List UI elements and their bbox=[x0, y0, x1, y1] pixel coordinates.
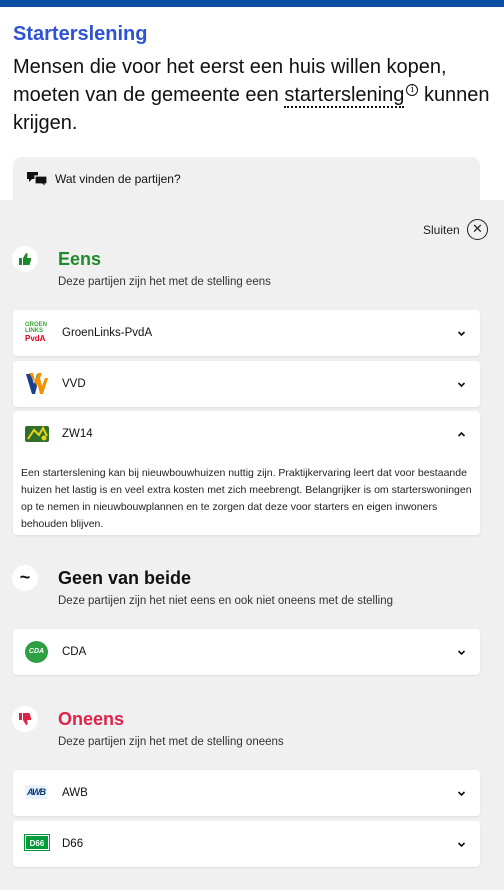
cda-logo: CDA bbox=[25, 641, 49, 663]
group-subtitle-geen-van-beide: Deze partijen zijn het niet eens en ook … bbox=[58, 595, 393, 607]
chevron-up-icon[interactable] bbox=[457, 430, 466, 439]
close-label[interactable]: Sluiten bbox=[423, 223, 460, 237]
awb-logo: AWB bbox=[25, 785, 47, 799]
vvd-logo bbox=[25, 372, 49, 396]
chevron-down-icon[interactable] bbox=[457, 789, 466, 798]
party-name: ZW14 bbox=[62, 428, 93, 440]
party-name: D66 bbox=[62, 838, 84, 850]
group-subtitle-oneens: Deze partijen zijn het met de stelling o… bbox=[58, 736, 284, 748]
party-explanation: Een starterslening kan bij nieuwbouwhuiz… bbox=[21, 467, 472, 530]
party-card-groenlinks-pvda[interactable]: GROEN LINKS PvdA GroenLinks-PvdA bbox=[13, 310, 480, 356]
tilde-icon: ~ bbox=[12, 565, 38, 591]
chevron-down-icon[interactable] bbox=[457, 648, 466, 657]
groenlinks-pvda-logo: GROEN LINKS PvdA bbox=[25, 322, 48, 343]
party-name: VVD bbox=[62, 378, 86, 390]
group-title-eens: Eens bbox=[58, 249, 102, 269]
top-accent-bar bbox=[0, 0, 504, 7]
party-card-vvd[interactable]: VVD bbox=[13, 361, 480, 407]
party-card-zw14[interactable]: ZW14 Een starterslening kan bij nieuwbou… bbox=[13, 411, 480, 535]
chevron-down-icon[interactable] bbox=[457, 329, 466, 338]
thumbs-down-icon bbox=[12, 706, 38, 732]
chat-bubbles-icon bbox=[27, 172, 48, 188]
parties-panel-header: Wat vinden de partijen? bbox=[0, 157, 504, 200]
party-name: GroenLinks-PvdA bbox=[62, 327, 153, 339]
statement-term-link[interactable]: starterslening bbox=[284, 84, 405, 108]
chevron-down-icon[interactable] bbox=[457, 380, 466, 389]
thumbs-up-icon bbox=[12, 246, 38, 272]
party-card-d66[interactable]: D66 D66 bbox=[13, 821, 480, 867]
zw14-logo bbox=[25, 424, 49, 444]
party-card-cda[interactable]: CDA CDA bbox=[13, 629, 480, 675]
group-title-geen-van-beide: Geen van beide bbox=[58, 568, 192, 588]
group-subtitle-eens: Deze partijen zijn het met de stelling e… bbox=[58, 276, 271, 288]
chevron-down-icon[interactable] bbox=[457, 840, 466, 849]
group-title-oneens: Oneens bbox=[58, 709, 125, 729]
party-card-awb[interactable]: AWB AWB bbox=[13, 770, 480, 816]
statement-header: Starterslening Mensen die voor het eerst… bbox=[0, 7, 504, 157]
parties-panel-label: Wat vinden de partijen? bbox=[55, 172, 181, 186]
party-name: CDA bbox=[62, 646, 87, 658]
close-icon[interactable]: ✕ bbox=[467, 219, 488, 240]
info-icon[interactable]: i bbox=[406, 84, 419, 96]
statement-text: Mensen die voor het eerst een huis wille… bbox=[13, 53, 493, 137]
page-title: Starterslening bbox=[13, 23, 148, 45]
parties-toggle[interactable]: Wat vinden de partijen? bbox=[13, 157, 480, 200]
d66-logo: D66 bbox=[24, 834, 50, 851]
party-name: AWB bbox=[62, 787, 88, 799]
